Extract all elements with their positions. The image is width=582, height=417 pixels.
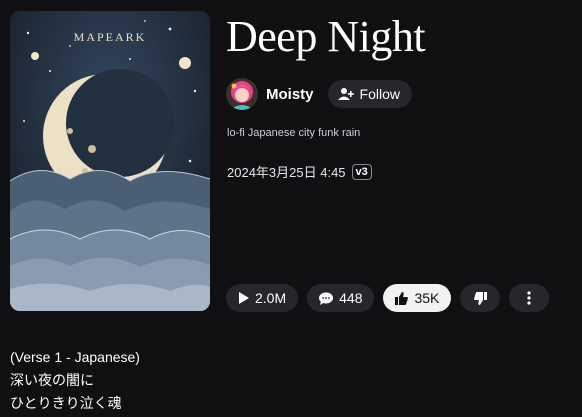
- follow-label: Follow: [359, 86, 400, 102]
- cover-art[interactable]: MAPEARK: [10, 11, 210, 311]
- play-count: 2.0M: [255, 290, 287, 306]
- lyrics-line: 深い夜の闇に: [10, 372, 94, 388]
- avatar[interactable]: [226, 78, 258, 110]
- lyrics-line: ひとりきり泣く魂: [10, 395, 122, 411]
- avatar-image: [226, 78, 258, 110]
- action-bar: 2.0M 448 35K: [226, 284, 550, 312]
- song-title: Deep Night: [226, 12, 426, 61]
- dislike-button[interactable]: [460, 284, 501, 312]
- svg-text:MAPEARK: MAPEARK: [74, 30, 147, 44]
- thumbs-up-icon: [395, 291, 409, 305]
- like-count: 35K: [414, 290, 440, 306]
- thumbs-down-icon: [474, 291, 487, 305]
- artist-row: Moisty Follow: [226, 78, 412, 110]
- lyrics-line: (Verse 1 - Japanese): [10, 349, 140, 365]
- speech-bubble-icon: [319, 292, 334, 305]
- more-vertical-icon: [527, 291, 532, 305]
- person-plus-icon: [337, 87, 354, 101]
- like-button[interactable]: 35K: [383, 284, 452, 312]
- date-row: 2024年3月25日 4:45 v3: [227, 162, 372, 181]
- comments-button[interactable]: 448: [307, 284, 375, 312]
- more-options-button[interactable]: [509, 284, 550, 312]
- cover-illustration: MAPEARK: [10, 11, 210, 311]
- artist-name[interactable]: Moisty: [266, 86, 314, 103]
- follow-button[interactable]: Follow: [327, 80, 412, 108]
- created-date: 2024年3月25日 4:45: [227, 165, 346, 180]
- comment-count: 448: [339, 290, 363, 306]
- play-icon: [238, 292, 249, 304]
- lyrics: (Verse 1 - Japanese) 深い夜の闇に ひとりきり泣く魂: [10, 346, 140, 415]
- play-count-button[interactable]: 2.0M: [226, 284, 299, 312]
- style-tags[interactable]: lo-fi Japanese city funk rain: [227, 127, 360, 139]
- version-badge: v3: [351, 163, 372, 180]
